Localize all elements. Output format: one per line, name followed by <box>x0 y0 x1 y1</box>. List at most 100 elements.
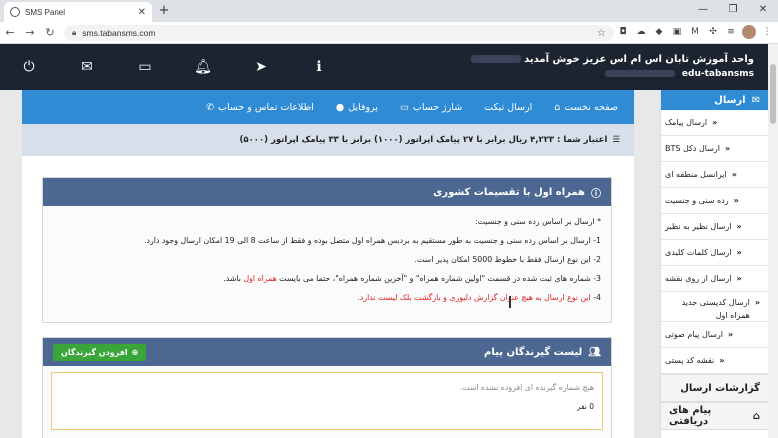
globe-icon <box>10 7 20 17</box>
camera-icon[interactable]: ◘ <box>616 25 630 39</box>
profile-avatar[interactable] <box>742 25 756 39</box>
extensions-area: ◘ ☁ ◆ ▣ M ✣ ≡ ⋮ <box>616 25 774 39</box>
recipients-list: هیچ شماره گیرنده ای افزوده نشده است. 0 ن… <box>51 372 603 430</box>
send-icon[interactable]: ➤ <box>252 58 270 76</box>
users-icon: 👥︎ <box>588 346 601 358</box>
recipients-card-header: لیست گیرندگان پیام 👥︎ افزودن گیرندگان ⊕ <box>43 338 611 366</box>
chevron-double-icon: « <box>712 118 718 127</box>
chevron-double-icon: « <box>727 330 734 339</box>
sidebar-item-voice[interactable]: «ارسال پیام صوتی <box>661 322 768 348</box>
highlight-text: همراه اول <box>243 274 277 283</box>
bookmark-star-icon[interactable]: ☆ <box>597 28 606 39</box>
chevron-double-icon: « <box>736 222 742 231</box>
browser-tab[interactable]: SMS Panel ✕ <box>4 2 152 22</box>
nav-charge-account[interactable]: ▭ شارژ حساب <box>400 102 462 113</box>
nav-home[interactable]: ⌂ صفحه نخست <box>554 102 618 113</box>
info-line: 3- شماره های ثبت شده در قسمت "اولین شمار… <box>223 274 601 283</box>
address-bar[interactable]: 🔒︎ sms.tabansms.com ☆ <box>64 25 614 41</box>
media-icon[interactable]: ≡ <box>724 25 738 39</box>
info-icon[interactable]: ℹ <box>310 58 328 76</box>
sidebar-item-age-gender[interactable]: «رده سنی و جنسیت <box>661 188 768 214</box>
gmail-icon[interactable]: M <box>688 25 702 39</box>
extension-icon[interactable]: ◆ <box>652 25 666 39</box>
inbox-icon: ⌂ <box>752 410 760 422</box>
database-icon: ☰ <box>612 135 620 145</box>
back-icon[interactable]: ← <box>0 26 20 39</box>
puzzle-icon[interactable]: ✣ <box>706 25 720 39</box>
chevron-double-icon: « <box>733 196 739 205</box>
username: edu-tabansms <box>681 69 754 79</box>
power-icon[interactable]: ⏻ <box>20 58 38 76</box>
tab-title: SMS Panel <box>25 7 66 17</box>
restore-button[interactable]: ❐ <box>718 0 748 22</box>
sidebar-item-peer-to-peer[interactable]: «ارسال نظیر به نظیر <box>661 214 768 240</box>
info-line: 2- این نوع ارسال فقط با خطوط 5000 امکان … <box>414 255 601 264</box>
warning-text: این نوع ارسال به هیچ عنوان گزارش دلیوری … <box>357 293 591 302</box>
info-line: 4- این نوع ارسال به هیچ عنوان گزارش دلیو… <box>357 293 601 302</box>
chevron-double-icon: « <box>731 170 737 179</box>
sidebar-header-send[interactable]: ارسال ✉ <box>661 90 768 110</box>
sidebar-item-keywords[interactable]: «ارسال کلمات کلیدی <box>661 240 768 266</box>
url-text[interactable]: sms.tabansms.com <box>82 28 591 38</box>
credit-card-icon: ▭ <box>399 101 409 113</box>
sidebar-item-postal-map[interactable]: «نقشه کد پستی <box>661 348 768 374</box>
recipient-count: 0 نفر <box>576 402 594 411</box>
recipients-body-wrap: هیچ شماره گیرنده ای افزوده نشده است. 0 ن… <box>43 372 611 430</box>
cloud-icon[interactable]: ☁ <box>634 25 648 39</box>
bell-icon[interactable]: 🔔︎ <box>194 58 212 76</box>
user-icon: ● <box>335 101 345 113</box>
nav-profile[interactable]: ● پروفایل <box>336 102 378 113</box>
info-card-title: همراه اول با تقسیمات کشوری <box>433 186 585 198</box>
chevron-double-icon: « <box>754 298 760 307</box>
sidebar-item-bts[interactable]: «ارسال دکل BTS <box>661 136 768 162</box>
empty-message: هیچ شماره گیرنده ای افزوده نشده است. <box>459 383 594 392</box>
lock-icon[interactable]: 🔒︎ <box>72 28 76 38</box>
minimize-button[interactable]: — <box>688 0 718 22</box>
text-cursor <box>509 296 511 308</box>
nav-contact-info[interactable]: ✆ اطلاعات تماس و حساب <box>206 102 314 113</box>
sidebar: ارسال ✉ «ارسال پیامک «ارسال دکل BTS «ایر… <box>660 90 768 438</box>
page-scrollbar[interactable] <box>768 44 778 438</box>
sidebar-item-send-sms[interactable]: «ارسال پیامک <box>661 110 768 136</box>
window-controls: — ❐ ✕ <box>688 0 778 22</box>
phone-icon: ✆ <box>206 101 215 113</box>
chevron-double-icon: « <box>719 356 725 365</box>
info-card-body: * ارسال بر اساس رده سنی و جنسیت: 1- ارسا… <box>43 206 611 311</box>
new-tab-button[interactable]: + <box>156 3 172 19</box>
redacted-info <box>604 70 675 77</box>
sidebar-item-irancell-regional[interactable]: «ایرانسل منطقه ای <box>661 162 768 188</box>
main-panel: ⌂ صفحه نخست ارسال تیکت ▭ شارژ حساب ● پرو… <box>22 90 634 438</box>
sidebar-inbox[interactable]: پیام های دریافتی ⌂ <box>661 402 768 430</box>
nav-send-ticket[interactable]: ارسال تیکت <box>484 102 532 113</box>
reload-icon[interactable]: ↻ <box>40 26 60 39</box>
close-window-button[interactable]: ✕ <box>748 0 778 22</box>
top-navbar: ⌂ صفحه نخست ارسال تیکت ▭ شارژ حساب ● پرو… <box>22 90 634 124</box>
credit-text: اعتبار شما : ۴,۲۲۳ ریال برابر با ۲۷ پیام… <box>239 135 608 145</box>
browser-tabbar: SMS Panel ✕ + — ❐ ✕ <box>0 0 778 22</box>
chevron-double-icon: « <box>736 248 742 257</box>
info-line: 1- ارسال بر اساس رده سنی و جنسیت به طور … <box>144 236 601 245</box>
welcome-message: واحد آموزش تابان اس ام اس عزیز خوش آمدید <box>467 54 754 65</box>
info-line: * ارسال بر اساس رده سنی و جنسیت: <box>474 217 601 226</box>
menu-icon[interactable]: ⋮ <box>760 25 774 39</box>
info-card: همراه اول با تقسیمات کشوری ⓘ * ارسال بر … <box>42 177 612 323</box>
sidebar-item-postal-code[interactable]: «ارسال کدپستی جدید همراه اول <box>661 292 768 322</box>
info-circle-icon: ⓘ <box>591 188 601 200</box>
extension-badge-icon[interactable]: ▣ <box>670 25 684 39</box>
recipients-title: لیست گیرندگان پیام <box>484 346 583 358</box>
site-header: ⏻ ✉ ▭ 🔔︎ ➤ ℹ واحد آموزش تابان اس ام اس ع… <box>0 44 778 90</box>
sidebar-reports[interactable]: گزارشات ارسال <box>661 374 768 402</box>
inbox-icon[interactable]: ✉ <box>78 58 96 76</box>
credit-card-icon[interactable]: ▭ <box>136 58 154 76</box>
forward-icon[interactable]: → <box>20 26 40 39</box>
home-icon: ⌂ <box>554 101 561 113</box>
username-line: edu-tabansms <box>604 69 754 79</box>
plus-circle-icon: ⊕ <box>131 347 139 357</box>
tab-close-icon[interactable]: ✕ <box>138 7 146 18</box>
chevron-double-icon: « <box>736 274 742 283</box>
recipients-card: لیست گیرندگان پیام 👥︎ افزودن گیرندگان ⊕ … <box>42 337 612 438</box>
add-recipients-button[interactable]: افزودن گیرندگان ⊕ <box>53 343 147 361</box>
scrollbar-thumb[interactable] <box>770 64 776 124</box>
sidebar-item-map[interactable]: «ارسال از روی نقشه <box>661 266 768 292</box>
envelope-icon: ✉ <box>751 94 760 106</box>
